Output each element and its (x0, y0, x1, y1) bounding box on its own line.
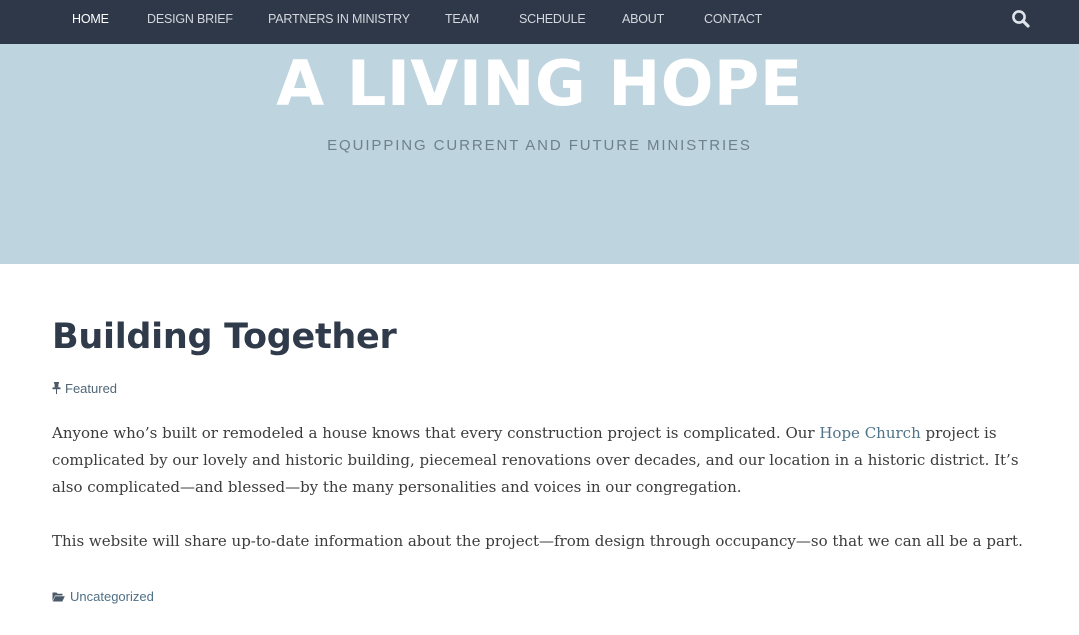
search-icon (1012, 10, 1030, 28)
nav-schedule[interactable]: SCHEDULE (519, 0, 586, 38)
post-footer: Uncategorized (52, 588, 154, 606)
site-title[interactable]: A LIVING HOPE (0, 44, 1079, 124)
pin-icon (52, 382, 61, 394)
featured-label: Featured (65, 381, 118, 396)
nav-contact[interactable]: CONTACT (704, 0, 762, 38)
hope-church-link[interactable]: Hope Church (819, 424, 920, 442)
post-content: Anyone who’s built or remodeled a house … (52, 420, 1042, 582)
nav-design-brief[interactable]: DESIGN BRIEF (147, 0, 233, 38)
nav-about[interactable]: ABOUT (622, 0, 664, 38)
paragraph-1-text-before: Anyone who’s built or remodeled a house … (52, 424, 820, 442)
nav-partners-in-ministry[interactable]: PARTNERS IN MINISTRY (268, 0, 410, 38)
site-tagline: EQUIPPING CURRENT AND FUTURE MINISTRIES (327, 137, 752, 154)
nav-team[interactable]: TEAM (445, 0, 479, 38)
category-link[interactable]: Uncategorized (70, 589, 154, 604)
search-button[interactable] (1010, 8, 1032, 30)
post-paragraph-2: This website will share up-to-date infor… (52, 532, 1023, 550)
post-title[interactable]: Building Together (52, 313, 397, 361)
top-navigation-bar: HOME DESIGN BRIEF PARTNERS IN MINISTRY T… (0, 0, 1079, 44)
post-meta: Featured (52, 380, 117, 398)
nav-home[interactable]: HOME (72, 0, 109, 38)
folder-open-icon (52, 592, 65, 602)
post-paragraph-1: Anyone who’s built or remodeled a house … (52, 420, 1042, 501)
